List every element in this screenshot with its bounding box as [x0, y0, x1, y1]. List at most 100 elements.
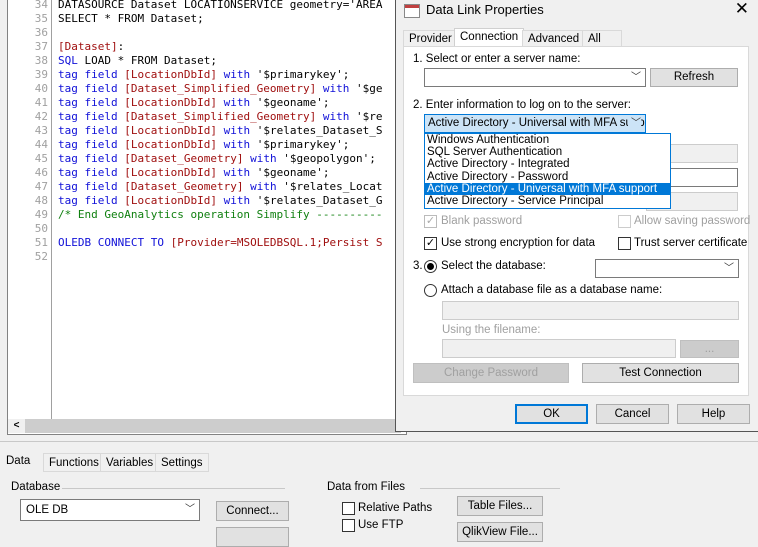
close-icon[interactable]: ✕ — [735, 0, 749, 19]
auth-option[interactable]: Active Directory - Integrated — [425, 158, 670, 170]
step2-label: 2. Enter information to log on to the se… — [413, 99, 631, 111]
browse-button[interactable]: ... — [680, 340, 739, 358]
step1-label: 1. Select or enter a server name: — [413, 53, 581, 65]
line-number: 45 — [34, 152, 48, 165]
chevron-down-icon: ﹀ — [185, 504, 195, 515]
trust-server-certificate-label: Trust server certificate — [634, 237, 748, 249]
auth-option[interactable]: SQL Server Authentication — [425, 146, 670, 158]
allow-saving-password-checkbox[interactable] — [618, 215, 631, 228]
help-button[interactable]: Help — [677, 404, 750, 424]
refresh-button[interactable]: Refresh — [650, 68, 738, 87]
auth-option[interactable]: Active Directory - Universal with MFA su… — [425, 182, 670, 195]
code-line[interactable]: OLEDB CONNECT TO [Provider=MSOLEDBSQL.1;… — [58, 236, 383, 249]
dialog-title: Data Link Properties — [426, 2, 544, 17]
line-number: 44 — [34, 138, 48, 151]
code-line[interactable]: SQL LOAD * FROM Dataset; — [58, 54, 217, 67]
change-password-button[interactable]: Change Password — [413, 363, 569, 383]
auth-option[interactable]: Active Directory - Password — [425, 171, 670, 183]
code-token: '$relates_Locat — [283, 180, 383, 193]
cancel-button[interactable]: Cancel — [596, 404, 669, 424]
divider — [62, 488, 285, 489]
tab-functions[interactable]: Functions — [43, 453, 105, 472]
strong-encryption-checkbox[interactable]: ✓ — [424, 237, 437, 250]
tab-variables[interactable]: Variables — [100, 453, 160, 472]
line-number: 49 — [34, 208, 48, 221]
allow-saving-password-label: Allow saving password — [634, 215, 751, 227]
script-editor[interactable]: 34 35 36 37 38 39 40 41 42 43 44 45 46 47 48 49 50 51 52 D… — [7, 0, 407, 435]
code-token: OLEDB CONNECT TO — [58, 236, 171, 249]
code-token: [Dataset] — [58, 40, 118, 53]
tab-advanced[interactable]: Advanced — [522, 30, 586, 46]
authentication-dropdown-list[interactable]: Windows Authentication SQL Server Authent… — [424, 133, 671, 209]
code-token: with — [316, 110, 357, 123]
code-token: [LocationDbId] — [124, 68, 217, 81]
database-name-field[interactable] — [442, 301, 739, 320]
select-button[interactable] — [216, 527, 289, 547]
tab-data[interactable]: Data — [0, 451, 37, 473]
code-line[interactable]: tag field [LocationDbId] with '$geoname'… — [58, 96, 330, 109]
code-line[interactable]: [Dataset]: — [58, 40, 124, 53]
line-number: 47 — [34, 180, 48, 193]
code-token: tag field — [58, 180, 125, 193]
code-token: [Provider=MSOLEDBSQL.1;Persist S — [170, 236, 383, 249]
database-combobox[interactable]: ﹀ — [595, 259, 739, 278]
code-line[interactable]: tag field [Dataset_Geometry] with '$rela… — [58, 180, 383, 193]
blank-password-checkbox[interactable]: ✓ — [424, 215, 437, 228]
connect-button[interactable]: Connect... — [216, 501, 289, 521]
attach-database-radio[interactable] — [424, 284, 437, 297]
code-token: SELECT * FROM Dataset; — [58, 12, 204, 25]
database-type-select[interactable]: OLE DB ﹀ — [20, 499, 200, 521]
line-number: 50 — [34, 222, 48, 235]
auth-selected-value: Active Directory - Universal with MFA su… — [428, 117, 645, 129]
code-token: [Dataset_Simplified_Geometry] — [124, 82, 317, 95]
use-ftp-checkbox[interactable] — [342, 519, 355, 532]
code-token: '$re — [356, 110, 383, 123]
scroll-left-icon[interactable]: < — [8, 419, 25, 433]
code-token: '$relates_Dataset_S — [256, 124, 383, 137]
tab-provider[interactable]: Provider — [403, 30, 458, 46]
test-connection-button[interactable]: Test Connection — [582, 363, 739, 383]
ok-button[interactable]: OK — [515, 404, 588, 424]
select-database-label: Select the database: — [441, 260, 546, 272]
tab-all[interactable]: All — [582, 30, 622, 46]
code-line[interactable]: tag field [Dataset_Simplified_Geometry] … — [58, 82, 383, 95]
code-line[interactable]: tag field [Dataset_Simplified_Geometry] … — [58, 110, 383, 123]
code-line[interactable]: tag field [LocationDbId] with '$geoname'… — [58, 166, 330, 179]
code-line[interactable]: tag field [LocationDbId] with '$primaryk… — [58, 68, 349, 81]
filename-field[interactable] — [442, 339, 676, 358]
code-line[interactable]: tag field [LocationDbId] with '$relates_… — [58, 194, 383, 207]
server-name-combobox[interactable]: ﹀ — [424, 68, 646, 87]
code-token: tag field — [58, 124, 125, 137]
code-line[interactable]: /* End GeoAnalytics operation Simplify -… — [58, 208, 383, 221]
code-line[interactable]: tag field [LocationDbId] with '$relates_… — [58, 124, 383, 137]
strong-encryption-label: Use strong encryption for data — [441, 237, 596, 249]
line-number: 41 — [34, 96, 48, 109]
tab-settings[interactable]: Settings — [155, 453, 209, 472]
qlikview-file-button[interactable]: QlikView File... — [457, 522, 543, 542]
authentication-select[interactable]: Active Directory - Universal with MFA su… — [424, 114, 646, 133]
horizontal-scrollbar[interactable]: < — [8, 419, 401, 433]
auth-option[interactable]: Active Directory - Service Principal — [425, 195, 670, 207]
line-number: 36 — [34, 26, 48, 39]
connection-panel: 1. Select or enter a server name: ﹀ Refr… — [403, 46, 751, 396]
code-token: '$primarykey'; — [256, 138, 350, 151]
code-line[interactable]: tag field [Dataset_Geometry] with '$geop… — [58, 152, 376, 165]
table-files-button[interactable]: Table Files... — [457, 496, 543, 516]
code-token: with — [216, 166, 257, 179]
line-number: 51 — [34, 236, 48, 249]
code-line[interactable]: DATASOURCE Dataset LOCATIONSERVICE geome… — [58, 0, 383, 11]
code-token: tag field — [58, 68, 125, 81]
tab-connection[interactable]: Connection — [454, 28, 525, 47]
use-ftp-label: Use FTP — [358, 519, 404, 531]
select-database-radio[interactable] — [424, 260, 437, 273]
chevron-down-icon: ﹀ — [628, 115, 641, 132]
code-line[interactable]: SELECT * FROM Dataset; — [58, 12, 204, 25]
code-token: tag field — [58, 138, 125, 151]
code-token: '$ge — [356, 82, 383, 95]
auth-option[interactable]: Windows Authentication — [425, 134, 670, 146]
code-line[interactable]: tag field [LocationDbId] with '$primaryk… — [58, 138, 349, 151]
line-number: 48 — [34, 194, 48, 207]
code-token: LOAD * FROM Dataset; — [77, 54, 217, 67]
relative-paths-checkbox[interactable] — [342, 502, 355, 515]
trust-server-certificate-checkbox[interactable] — [618, 237, 631, 250]
